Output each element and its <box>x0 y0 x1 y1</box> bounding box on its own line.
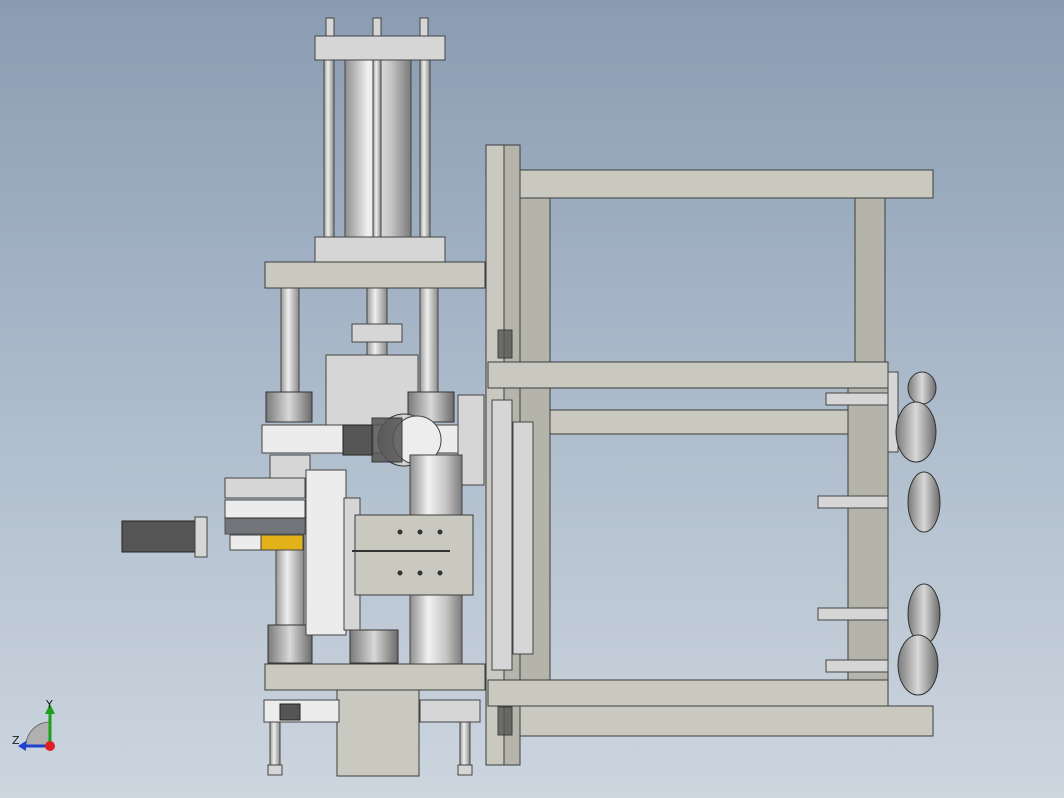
top-plate <box>264 261 486 289</box>
machine-drawing: Y Z <box>12 17 941 777</box>
bottom-components <box>263 689 481 777</box>
bottom-plate <box>264 663 486 691</box>
cad-viewport[interactable]: Y Z <box>0 0 1064 798</box>
z-axis-label: Z <box>12 734 20 747</box>
top-cylinder <box>314 17 446 263</box>
coordinate-triad: Y Z <box>12 698 55 751</box>
y-axis-label: Y <box>45 698 53 711</box>
servo-motor <box>121 477 306 558</box>
x-axis-origin <box>45 741 55 751</box>
